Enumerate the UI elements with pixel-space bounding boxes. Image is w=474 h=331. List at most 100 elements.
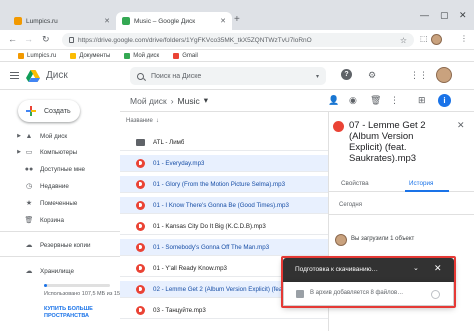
column-header-label: Название [126,118,153,124]
sidebar-item-computers[interactable]: ▶ ▭ Компьютеры [0,145,120,159]
activity-entry: Вы загрузили 1 объект [351,236,415,242]
preview-eye-icon[interactable]: ◉ [349,95,357,106]
search-icon[interactable] [137,72,144,80]
sidebar-item-trash[interactable]: 🗑 Корзина [0,213,120,227]
gmail-icon [173,52,180,59]
details-tabs: Свойства История [329,178,474,192]
minimize-button[interactable]: — [420,10,429,20]
buy-storage-link[interactable]: КУПИТЬ БОЛЬШЕ ПРОСТРАНСТВА [44,306,114,320]
expand-arrow-icon[interactable]: ▶ [14,133,24,139]
back-icon[interactable]: ← [8,34,17,44]
table-row[interactable]: 01 - I Know There's Gonna Be (Good Times… [120,197,328,214]
star-icon: ★ [25,200,33,207]
bookmark-lumpics[interactable]: Lumpics.ru [18,52,56,59]
sidebar-item-shared[interactable]: ●● Доступные мне [0,162,120,176]
close-tab-icon[interactable]: ✕ [104,17,110,25]
bookmarks-bar: Lumpics.ru Документы Мой диск Gmail [0,50,474,62]
column-header-name[interactable]: Название ↓ [126,118,159,124]
audio-file-icon [136,200,145,210]
browser-tab-drive[interactable]: Music – Google Диск ✕ [116,12,232,30]
drive-favicon-icon [122,17,130,25]
file-name: 01 - Y'all Ready Know.mp3 [153,264,227,272]
bookmark-docs[interactable]: Документы [70,52,110,59]
breadcrumb-separator-icon: › [170,95,174,106]
delete-trash-icon[interactable]: 🗑 [370,95,381,106]
search-input[interactable]: Поиск на Диске ▾ [130,67,326,85]
highlight-frame [281,256,456,308]
tab-properties[interactable]: Свойства [341,180,369,187]
sidebar-item-label: Мой диск [40,132,68,140]
audio-file-icon [136,158,145,168]
extensions-icon[interactable]: ⬚ [420,34,428,43]
chevron-down-icon[interactable]: ▾ [204,95,208,106]
maximize-button[interactable]: ▢ [440,10,449,21]
drive-header: Диск Поиск на Диске ▾ ? ⚙ ⋮⋮ [0,62,474,90]
audio-file-icon [136,221,145,231]
storage-usage-text: Использовано 107,5 МБ из 15 ГБ [44,291,129,297]
info-icon[interactable]: i [438,94,451,107]
details-title: 07 - Lemme Get 2 (Album Version Explicit… [349,120,426,164]
table-row[interactable]: 01 - Kansas City Do It Big (K.C.D.B).mp3 [120,218,328,235]
reload-icon[interactable]: ↻ [42,34,50,45]
close-window-button[interactable]: ✕ [459,10,467,21]
breadcrumb-current[interactable]: Music [178,96,200,106]
menu-dots-icon[interactable]: ⋮ [460,34,468,43]
audio-file-icon [333,121,344,132]
close-icon[interactable]: ✕ [457,120,465,131]
active-tab-indicator [405,190,449,192]
browser-tab-lumpics[interactable]: Lumpics.ru ✕ [8,12,116,30]
bookmark-my-drive[interactable]: Мой диск [124,52,160,59]
table-row[interactable]: 01 - Somebody's Gonna Off The Man.mp3 [120,239,328,256]
file-name: 03 - Танцуйте.mp3 [153,306,206,314]
apps-grid-icon[interactable]: ⋮⋮ [410,70,428,81]
file-name: 01 - Everyday.mp3 [153,159,205,167]
more-options-icon[interactable]: ⋮ [390,95,399,106]
storage-progress-fill [44,284,47,287]
url-text[interactable]: https://drive.google.com/drive/folders/1… [78,37,396,44]
drive-icon: ▲ [25,132,33,140]
activity-date-heading: Сегодня [339,202,362,208]
sidebar-item-starred[interactable]: ★ Помеченные [0,196,120,210]
file-name: ATL - Лимб [153,138,185,146]
breadcrumb: Мой диск › Music ▾ [130,95,208,106]
help-icon[interactable]: ? [341,69,352,80]
table-row[interactable]: ATL - Лимб [120,134,328,151]
avatar [335,234,347,246]
table-row[interactable]: 01 - Everyday.mp3 [120,155,328,172]
sidebar-item-backups[interactable]: ☁ Резервные копии [0,238,120,252]
account-avatar[interactable] [436,67,452,83]
audio-file-icon [136,284,145,294]
browser-profile-avatar[interactable] [431,34,442,45]
audio-file-icon [136,242,145,252]
bookmark-gmail[interactable]: Gmail [173,52,198,59]
sidebar-item-label: Корзина [40,216,64,224]
search-options-icon[interactable]: ▾ [316,73,319,80]
address-bar[interactable]: https://drive.google.com/drive/folders/1… [62,33,414,47]
share-person-icon[interactable]: 👤 [328,95,339,106]
bookmark-label: Мой диск [133,52,160,59]
lumpics-icon [18,52,24,59]
sort-arrow-icon[interactable]: ↓ [156,118,159,124]
sidebar-item-recent[interactable]: ◷ Недавние [0,179,120,193]
breadcrumb-root[interactable]: Мой диск [130,96,167,106]
sidebar-item-my-drive[interactable]: ▶ ▲ Мой диск [0,129,120,143]
new-tab-button[interactable]: + [234,14,240,25]
expand-arrow-icon[interactable]: ▶ [14,149,24,155]
close-tab-icon[interactable]: ✕ [220,17,226,25]
sidebar-divider [0,256,120,257]
app-title: Диск [46,70,68,81]
trash-icon: 🗑 [24,217,34,224]
file-name: 01 - I Know There's Gonna Be (Good Times… [153,201,289,209]
bookmark-star-icon[interactable]: ☆ [400,36,407,45]
forward-icon[interactable]: → [24,34,33,44]
table-row[interactable]: 01 - Glory (From the Motion Picture Selm… [120,176,328,193]
main-menu-icon[interactable] [10,72,19,79]
sidebar-item-label: Хранилище [40,267,75,275]
grid-view-icon[interactable]: ⊞ [418,95,426,106]
browser-tabbar: Lumpics.ru ✕ Music – Google Диск ✕ + — ▢… [0,0,474,30]
tab-history[interactable]: История [409,180,433,187]
settings-gear-icon[interactable]: ⚙ [368,70,376,81]
sidebar-item-storage[interactable]: ☁ Хранилище [0,264,120,278]
audio-file-icon [136,179,145,189]
create-button[interactable]: Создать [18,100,80,122]
